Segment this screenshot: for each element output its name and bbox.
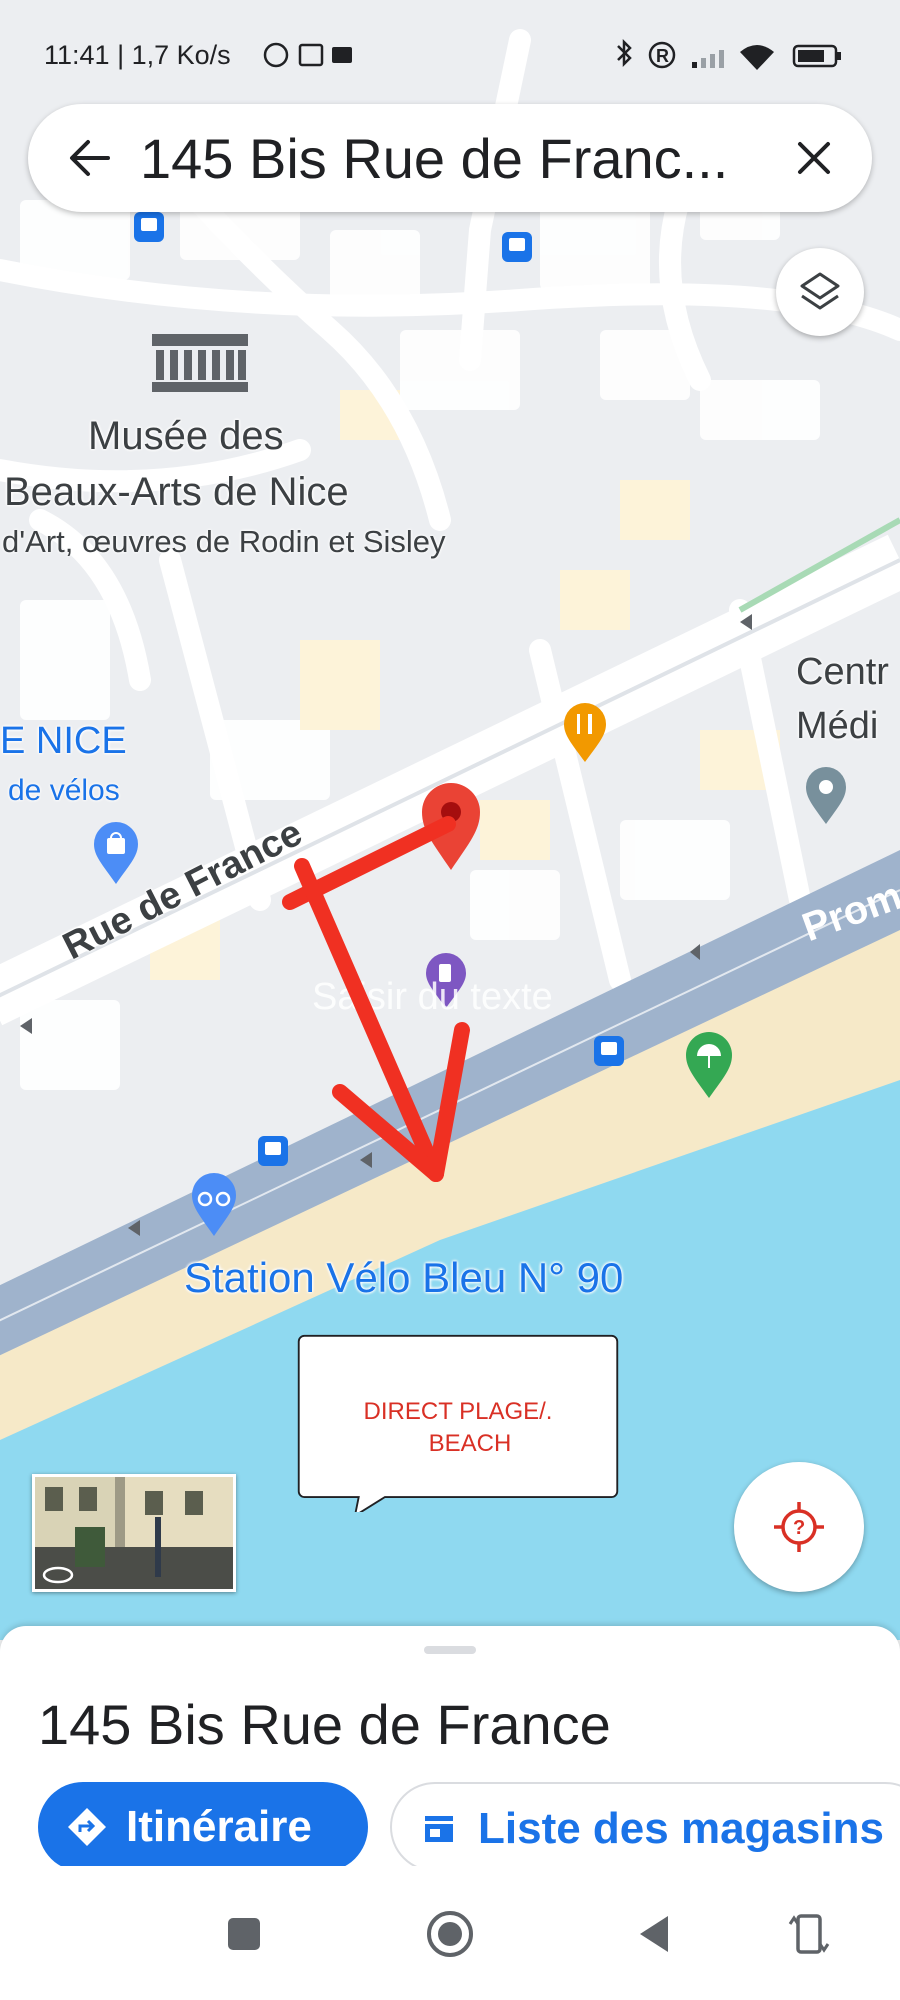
directions-label: Itinéraire bbox=[126, 1802, 312, 1851]
back-triangle-icon[interactable] bbox=[626, 1904, 686, 1964]
location-unknown-icon: ? bbox=[774, 1502, 824, 1552]
status-time: 11:41 | 1,7 Ko/s bbox=[44, 40, 231, 70]
home-circle-icon[interactable] bbox=[420, 1904, 480, 1964]
street-view-thumbnail[interactable] bbox=[32, 1474, 236, 1592]
rotate-icon[interactable] bbox=[778, 1904, 838, 1964]
layers-icon bbox=[800, 272, 840, 310]
search-bar[interactable]: 145 Bis Rue de Franc... bbox=[28, 104, 872, 212]
svg-text:R: R bbox=[656, 46, 669, 66]
my-location-button[interactable]: ? bbox=[734, 1462, 864, 1592]
360-view-icon bbox=[42, 1566, 74, 1584]
status-right-icons: R bbox=[617, 38, 841, 70]
sheet-drag-handle[interactable] bbox=[424, 1646, 476, 1654]
system-nav-bar bbox=[0, 1866, 900, 2000]
search-query[interactable]: 145 Bis Rue de Franc... bbox=[140, 126, 780, 191]
close-icon[interactable] bbox=[790, 134, 838, 182]
store-list-label: Liste des magasins bbox=[478, 1804, 884, 1853]
callout-line1: DIRECT PLAGE/. bbox=[363, 1398, 553, 1425]
place-title: 145 Bis Rue de France bbox=[38, 1693, 611, 1756]
status-bar: 11:41 | 1,7 Ko/s R bbox=[0, 30, 900, 84]
arrow-left-icon[interactable] bbox=[64, 132, 116, 184]
layers-button[interactable] bbox=[776, 248, 864, 336]
map-view[interactable]: Musée des Beaux-Arts de Nice d'Art, œuvr… bbox=[0, 0, 900, 1640]
callout-text: DIRECT PLAGE/. BEACH bbox=[286, 1396, 630, 1460]
place-bottom-sheet[interactable]: 145 Bis Rue de France Itinéraire Liste d… bbox=[0, 1626, 900, 1872]
recents-square-icon[interactable] bbox=[214, 1904, 274, 1964]
notification-icons bbox=[263, 42, 352, 68]
directions-icon bbox=[68, 1808, 106, 1846]
store-icon bbox=[425, 1816, 453, 1842]
callout-line2: BEACH bbox=[428, 1430, 512, 1457]
store-list-button[interactable]: Liste des magasins bbox=[390, 1782, 900, 1872]
svg-text:?: ? bbox=[793, 1517, 805, 1539]
directions-button[interactable]: Itinéraire bbox=[38, 1782, 368, 1872]
